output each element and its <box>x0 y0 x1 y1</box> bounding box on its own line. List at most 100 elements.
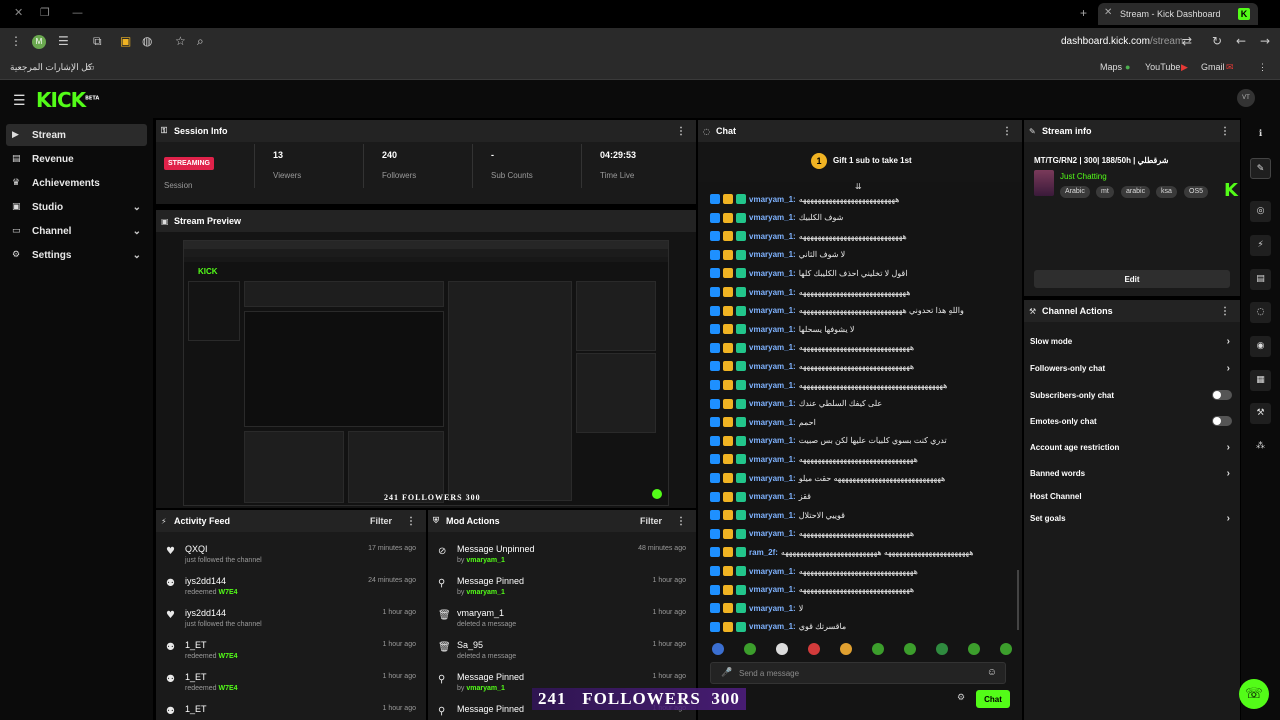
activity-item[interactable]: ♥ QXQI just followed the channel 17 minu… <box>156 542 426 574</box>
chat-message[interactable]: vmaryam_1: ههههههههههههههههههههههههههه <box>710 191 1010 207</box>
user-avatar[interactable]: VT <box>1237 89 1255 107</box>
chat-username[interactable]: vmaryam_1: <box>749 418 796 427</box>
close-window-icon[interactable]: ✕ <box>14 6 23 19</box>
emotes-only-toggle[interactable] <box>1212 416 1232 426</box>
mod-action-item[interactable]: 🗑 Sa_95 deleted a message 1 hour ago <box>428 638 696 670</box>
emote-icon[interactable] <box>1000 643 1012 655</box>
new-tab-icon[interactable]: + <box>1080 6 1087 20</box>
emote-icon[interactable] <box>744 643 756 655</box>
bookmark-youtube[interactable]: YouTube <box>1145 62 1180 72</box>
chat-message[interactable]: vmaryam_1: ماقسرتك قوي <box>710 619 1010 635</box>
stream-preview-video[interactable]: KICK 241 FOLLOWERS 300 <box>183 240 669 506</box>
chat-message[interactable]: vmaryam_1: شوف الكلبيك <box>710 210 1010 226</box>
sidebar-item-studio[interactable]: ▣ Studio ⌄ <box>6 196 147 218</box>
reload-icon[interactable]: ↻ <box>1212 34 1222 48</box>
panel-menu-icon[interactable]: ⋮ <box>1002 126 1012 137</box>
wrench-icon[interactable]: ⚒ <box>1250 403 1271 424</box>
search-icon[interactable]: ⌕ <box>197 34 204 49</box>
chat-message[interactable]: vmaryam_1: اقول لا تخليني احذف الكليبك كل… <box>710 265 1010 281</box>
chat-username[interactable]: vmaryam_1: <box>749 622 796 631</box>
edit-stream-info-button[interactable]: Edit <box>1034 270 1230 288</box>
panel-menu-icon[interactable]: ⋮ <box>676 126 686 137</box>
bolt-icon[interactable]: ⚡ <box>1250 235 1271 256</box>
channel-action-slow-mode[interactable]: Slow mode › <box>1030 331 1234 351</box>
site-settings-icon[interactable]: ⇄ <box>1182 34 1192 48</box>
broadcast-icon[interactable]: ◉ <box>1250 336 1271 357</box>
channel-action-account-age[interactable]: Account age restriction › <box>1030 437 1234 457</box>
translate-icon[interactable]: ◍ <box>142 34 152 48</box>
chat-message[interactable]: vmaryam_1: واللهِ هذا تحدوني هههههههههههه… <box>710 303 1010 319</box>
emote-icon[interactable] <box>904 643 916 655</box>
mod-action-item[interactable]: ⚲ Message Pinned by vmaryam_1 1 hour ago <box>428 574 696 606</box>
kick-logo[interactable]: KICKBETA <box>36 88 99 112</box>
chat-username[interactable]: ram_2f: <box>749 548 778 557</box>
activity-item[interactable]: ⚉ 1_ET redeemed W7E4 1 hour ago <box>156 670 426 702</box>
forward-arrow-icon[interactable]: → <box>1260 34 1270 48</box>
chat-message[interactable]: vmaryam_1: هههههههههههههههههههههههههههههه… <box>710 451 1010 467</box>
filter-button[interactable]: Filter <box>370 516 392 526</box>
emote-icon[interactable] <box>936 643 948 655</box>
chat-username[interactable]: vmaryam_1: <box>749 250 796 259</box>
chat-username[interactable]: vmaryam_1: <box>749 455 796 464</box>
chat-message-input[interactable] <box>739 666 979 680</box>
chat-username[interactable]: vmaryam_1: <box>749 325 796 334</box>
chat-message[interactable]: vmaryam_1: ههههههههههههههههههههههههههههه <box>710 228 1010 244</box>
chat-username[interactable]: vmaryam_1: <box>749 381 796 390</box>
channel-action-host-channel[interactable]: Host Channel <box>1030 486 1234 506</box>
nodes-icon[interactable]: ⁂ <box>1250 436 1271 457</box>
bookmarks-more-icon[interactable]: ⋮ <box>1258 62 1267 73</box>
chat-message[interactable]: ram_2f: هههههههههههههههههههههههه هههههههه… <box>710 544 1010 560</box>
hamburger-menu-icon[interactable]: ☰ <box>13 92 26 109</box>
chat-message[interactable]: vmaryam_1: ققز <box>710 489 1010 505</box>
chat-message[interactable]: vmaryam_1: هههههههههههههههههههههههههههههه <box>710 284 1010 300</box>
target-icon[interactable]: ◎ <box>1250 201 1271 222</box>
info-icon[interactable]: ℹ <box>1250 124 1271 145</box>
chat-message[interactable]: vmaryam_1: هههههههههههههههههههههههههههههه… <box>710 358 1010 374</box>
channel-action-set-goals[interactable]: Set goals › <box>1030 508 1234 528</box>
stream-category[interactable]: Just Chatting <box>1060 172 1107 181</box>
chat-message[interactable]: vmaryam_1: احمم <box>710 414 1010 430</box>
chat-message[interactable]: vmaryam_1: هههههههههههههههههههههههههههههه… <box>710 563 1010 579</box>
bookmark-star-icon[interactable]: ☆ <box>175 34 186 48</box>
browser-tab[interactable]: ✕ Stream - Kick Dashboard K <box>1098 3 1258 25</box>
emote-icon[interactable] <box>808 643 820 655</box>
chat-username[interactable]: vmaryam_1: <box>749 529 796 538</box>
chat-message[interactable]: vmaryam_1: هههههههههههههههههههههههههههههه… <box>710 582 1010 598</box>
panel-menu-icon[interactable]: ⋮ <box>1220 306 1230 317</box>
subscribers-only-toggle[interactable] <box>1212 390 1232 400</box>
chat-username[interactable]: vmaryam_1: <box>749 474 796 483</box>
minimize-window-icon[interactable]: — <box>72 6 83 19</box>
emote-icon[interactable] <box>776 643 788 655</box>
sidebar-item-channel[interactable]: ▭ Channel ⌄ <box>6 220 147 242</box>
bookmark-maps[interactable]: Maps <box>1100 62 1122 72</box>
emote-icon[interactable] <box>872 643 884 655</box>
emote-icon[interactable] <box>968 643 980 655</box>
emote-icon[interactable] <box>840 643 852 655</box>
filter-button[interactable]: Filter <box>640 516 662 526</box>
chat-username[interactable]: vmaryam_1: <box>749 567 796 576</box>
layout-icon[interactable]: ▦ <box>1250 370 1271 391</box>
emote-icon[interactable] <box>712 643 724 655</box>
chat-username[interactable]: vmaryam_1: <box>749 436 796 445</box>
chat-scrollbar[interactable] <box>1017 570 1019 630</box>
chat-username[interactable]: vmaryam_1: <box>749 362 796 371</box>
channel-action-banned-words[interactable]: Banned words › <box>1030 463 1234 483</box>
chat-username[interactable]: vmaryam_1: <box>749 288 796 297</box>
chat-message[interactable]: vmaryam_1: هههههههههههههههههههههههههههههه… <box>710 470 1010 486</box>
panel-menu-icon[interactable]: ⋮ <box>676 516 686 527</box>
channel-action-followers-only[interactable]: Followers-only chat › <box>1030 358 1234 378</box>
profile-avatar[interactable]: M <box>32 35 46 49</box>
sidebar-item-stream[interactable]: ▶ Stream <box>6 124 147 146</box>
chat-message[interactable]: vmaryam_1: قوييي الاحتلال <box>710 507 1010 523</box>
chat-message[interactable]: vmaryam_1: تدري كنت بسوي كلبيات عليها لكن… <box>710 433 1010 449</box>
emoji-picker-icon[interactable]: ☺ <box>987 667 997 678</box>
tab-search-icon[interactable]: ☰ <box>58 34 69 48</box>
pencil-icon[interactable]: ✎ <box>1250 158 1271 179</box>
close-tab-icon[interactable]: ✕ <box>1104 7 1112 18</box>
sidebar-item-revenue[interactable]: ▤ Revenue <box>6 148 147 170</box>
chat-username[interactable]: vmaryam_1: <box>749 306 796 315</box>
restore-window-icon[interactable]: ❐ <box>40 6 50 19</box>
chat-message[interactable]: vmaryam_1: هههههههههههههههههههههههههههههه… <box>710 377 1010 393</box>
scroll-down-icon[interactable]: ⇊ <box>855 182 862 191</box>
send-chat-button[interactable]: Chat <box>976 690 1010 708</box>
